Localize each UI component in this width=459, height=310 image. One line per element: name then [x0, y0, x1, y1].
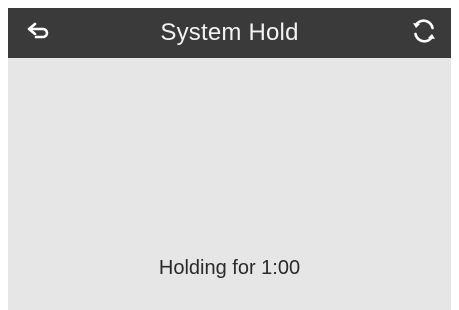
- screen: System Hold Holding for 1:00: [8, 8, 451, 310]
- back-button[interactable]: [14, 8, 64, 58]
- header-bar: System Hold: [8, 8, 451, 58]
- back-arrow-icon: [26, 21, 52, 46]
- main-content: Holding for 1:00: [8, 58, 451, 310]
- page-title: System Hold: [160, 19, 299, 46]
- hold-status-text: Holding for 1:00: [158, 257, 301, 279]
- refresh-icon: [410, 17, 438, 50]
- refresh-button[interactable]: [399, 8, 449, 58]
